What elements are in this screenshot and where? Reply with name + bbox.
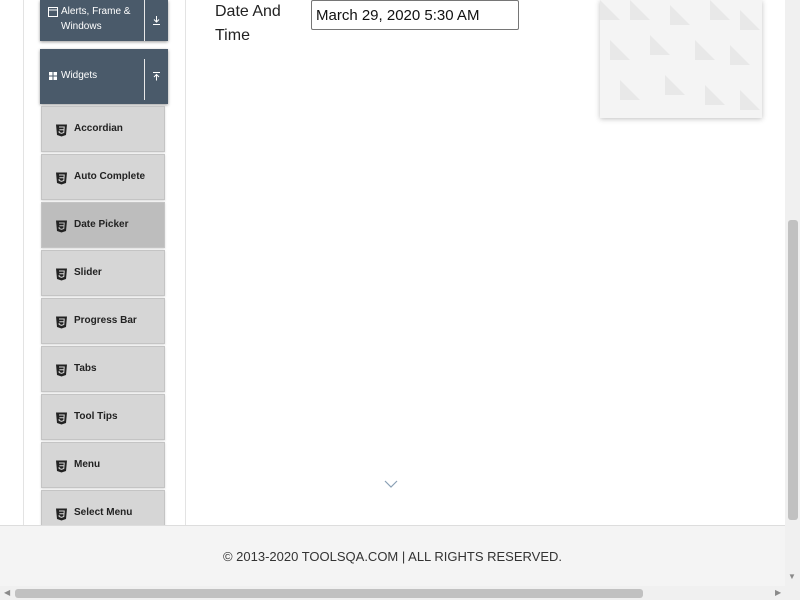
- window-icon: [48, 7, 58, 17]
- sidebar-item-auto-complete[interactable]: Auto Complete: [41, 154, 165, 200]
- advertisement-banner[interactable]: [600, 0, 762, 118]
- copyright-text: © 2013-2020 TOOLSQA.COM | ALL RIGHTS RES…: [222, 549, 563, 564]
- html5-icon: [56, 220, 67, 233]
- scroll-right-arrow-icon[interactable]: ▶: [775, 588, 781, 598]
- html5-icon: [56, 508, 67, 521]
- left-panel: Alerts, Frame & Windows Widgets Accordia…: [23, 0, 186, 525]
- html5-icon: [56, 364, 67, 377]
- sidebar-item-label: Progress Bar: [74, 315, 137, 326]
- sidebar-item-label: Select Menu: [74, 507, 133, 518]
- sidebar-item-select-menu[interactable]: Select Menu: [41, 490, 165, 525]
- group-label-line1: Alerts, Frame &: [61, 6, 131, 17]
- sidebar-item-label: Date Picker: [74, 219, 129, 230]
- footer: © 2013-2020 TOOLSQA.COM | ALL RIGHTS RES…: [0, 525, 785, 586]
- date-time-input[interactable]: [311, 0, 519, 30]
- scroll-left-arrow-icon[interactable]: ◀: [4, 588, 10, 598]
- html5-icon: [56, 412, 67, 425]
- sidebar-item-slider[interactable]: Slider: [41, 250, 165, 296]
- sidebar-item-progress-bar[interactable]: Progress Bar: [41, 298, 165, 344]
- vertical-scrollbar-thumb[interactable]: [788, 220, 798, 520]
- sidebar-item-tabs[interactable]: Tabs: [41, 346, 165, 392]
- html5-icon: [56, 268, 67, 281]
- horizontal-scrollbar-thumb[interactable]: [15, 589, 643, 598]
- chevron-down-icon[interactable]: [383, 478, 399, 490]
- sidebar-item-label: Slider: [74, 267, 102, 278]
- sidebar-item-accordian[interactable]: Accordian: [41, 106, 165, 152]
- html5-icon: [56, 124, 67, 137]
- html5-icon: [56, 172, 67, 185]
- sidebar-item-label: Tool Tips: [74, 411, 118, 422]
- scrollbar-corner: [785, 586, 800, 600]
- grid-icon: [49, 72, 57, 80]
- date-time-label: Date And Time: [215, 3, 281, 44]
- html5-icon: [56, 316, 67, 329]
- scroll-down-arrow-icon[interactable]: ▼: [788, 572, 796, 582]
- sidebar-item-label: Tabs: [74, 363, 97, 374]
- sidebar-item-label: Menu: [74, 459, 101, 470]
- sidebar-item-label: Accordian: [74, 123, 123, 134]
- html5-icon: [56, 460, 67, 473]
- sidebar-item-date-picker[interactable]: Date Picker: [41, 202, 165, 248]
- group-widgets[interactable]: Widgets: [40, 49, 168, 104]
- sidebar-item-tool-tips[interactable]: Tool Tips: [41, 394, 165, 440]
- upload-arrow-icon[interactable]: [145, 49, 168, 104]
- pattern-graphic: [600, 0, 760, 110]
- group-label: Widgets: [61, 70, 98, 81]
- group-alerts-frame-windows[interactable]: Alerts, Frame & Windows: [40, 0, 168, 41]
- sidebar-item-label: Auto Complete: [74, 171, 146, 182]
- group-label-line2: Windows: [61, 21, 102, 32]
- sidebar-item-menu[interactable]: Menu: [41, 442, 165, 488]
- download-arrow-icon[interactable]: [145, 0, 168, 41]
